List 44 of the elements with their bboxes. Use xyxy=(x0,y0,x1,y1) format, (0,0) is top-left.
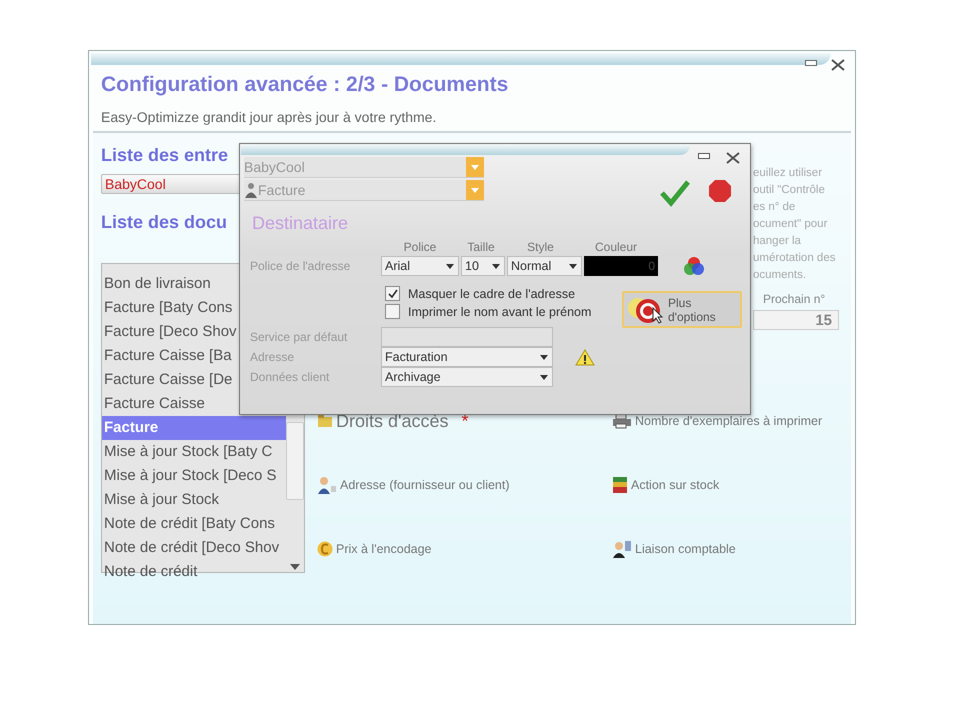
more-options-button[interactable]: Plus d'options xyxy=(622,291,742,328)
checkbox-label[interactable]: Masquer le cadre de l'adresse xyxy=(385,286,592,301)
field-label: Prochain n° xyxy=(763,292,826,306)
option-heading: Droits d'accès xyxy=(336,410,448,432)
help-text: outil "Contrôle xyxy=(753,183,826,198)
column-label: Style xyxy=(526,240,555,254)
help-text: hanger la xyxy=(753,234,802,249)
font-select[interactable]: Arial xyxy=(381,256,459,276)
option-link[interactable]: Prix à l'encodage xyxy=(336,542,432,556)
field-label: Service par défaut xyxy=(250,329,348,346)
field-label: Données client xyxy=(250,369,330,386)
list-item[interactable]: Facture xyxy=(102,416,286,440)
column-label: Police xyxy=(402,240,438,254)
list-item[interactable]: Note de crédit xyxy=(102,560,286,584)
field-label: Police de l'adresse xyxy=(250,258,352,275)
help-text: ocument" pour xyxy=(753,217,828,232)
list-item[interactable]: Mise à jour Stock [Deco S xyxy=(102,464,286,488)
next-number-field[interactable]: 15 xyxy=(753,310,839,330)
help-text: es n° de xyxy=(753,200,796,215)
field-label: Adresse xyxy=(250,349,296,366)
dropdown-field[interactable]: Archivage xyxy=(381,367,553,387)
list-item[interactable]: Mise à jour Stock [Baty C xyxy=(102,440,286,464)
section-heading: Destinataire xyxy=(251,212,350,234)
help-text: umérotation des xyxy=(753,251,836,266)
column-label: Couleur xyxy=(594,240,638,254)
style-select[interactable]: Normal xyxy=(507,256,582,276)
window-title: Configuration avancée : 2/3 - Documents xyxy=(101,73,510,97)
window-subtitle: Easy-Optimizze grandit jour après jour à votre rythme. xyxy=(101,109,438,125)
option-link[interactable]: Action sur stock xyxy=(631,478,720,492)
list-item[interactable]: Note de crédit [Deco Shov xyxy=(102,536,286,560)
size-select[interactable]: 10 xyxy=(461,256,505,276)
option-link[interactable]: Adresse (fournisseur ou client) xyxy=(340,478,510,492)
section-heading: Liste des entre xyxy=(101,145,228,166)
list-item[interactable]: Note de crédit [Baty Cons xyxy=(102,512,286,536)
column-label: Taille xyxy=(466,240,496,254)
help-text: euillez utiliser xyxy=(753,166,824,181)
list-item[interactable]: Mise à jour Stock xyxy=(102,488,286,512)
help-text: ocuments. xyxy=(753,268,808,283)
option-link[interactable]: Liaison comptable xyxy=(635,542,736,556)
required-mark: * xyxy=(461,410,468,432)
section-heading: Liste des docu xyxy=(101,212,228,233)
dropdown-field[interactable]: Facturation xyxy=(381,347,553,367)
option-link[interactable]: Nombre d'exemplaires à imprimer xyxy=(635,414,822,428)
checkbox-label[interactable]: Imprimer le nom avant le prénom xyxy=(385,304,592,319)
